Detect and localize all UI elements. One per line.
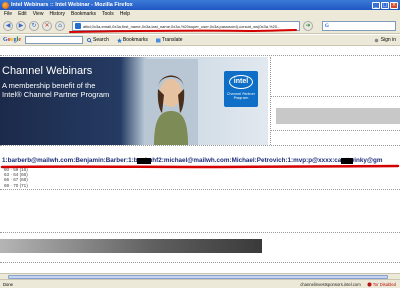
presenter-photo (144, 59, 198, 145)
divider (0, 262, 400, 263)
tor-status[interactable]: Tor Disabled (367, 282, 396, 287)
site-favicon-icon (75, 23, 81, 29)
intel-logo-subtitle: Channel Partner Program (226, 92, 256, 100)
menu-file[interactable]: File (4, 11, 12, 17)
translate-icon (155, 38, 161, 42)
divider (0, 189, 400, 190)
redaction-box (137, 158, 151, 164)
menu-edit[interactable]: Edit (18, 11, 27, 17)
sign-in-label: Sign in (380, 37, 396, 43)
translate-label: Translate (161, 37, 183, 43)
window-title: Intel Webinars :: Intel Webinar - Mozill… (11, 2, 133, 8)
divider (270, 96, 400, 97)
settings-wrench-icon (374, 38, 378, 42)
menu-history[interactable]: History (49, 11, 65, 17)
brand-title: Channel Webinars (2, 65, 93, 77)
magnifier-icon (87, 37, 92, 43)
list-item: 66 · 67 (68) (4, 177, 28, 183)
firefox-icon (2, 1, 9, 9)
webinar-banner: Channel Webinars A membership benefit of… (0, 57, 268, 145)
menu-view[interactable]: View (33, 11, 44, 17)
close-button[interactable]: × (390, 1, 398, 9)
translate-button[interactable]: Translate (155, 37, 183, 43)
divider (0, 145, 400, 146)
forward-icon[interactable]: ▶ (16, 21, 26, 31)
intel-wordmark: intel (229, 75, 253, 89)
bookmarks-button[interactable]: Bookmarks (116, 37, 148, 43)
divider (0, 55, 400, 56)
minimize-button[interactable]: _ (372, 1, 380, 9)
navigation-toolbar: ◀ ▶ ↻ ✕ ⌂ attid,0x3a,email,0x3a,first_na… (0, 18, 400, 34)
google-toolbar-logo: Google (3, 37, 22, 43)
footer-banner (0, 239, 262, 253)
star-icon (116, 37, 122, 43)
maximize-button[interactable]: □ (381, 1, 389, 9)
go-icon[interactable]: ➜ (303, 21, 313, 31)
google-toolbar-input[interactable] (25, 36, 84, 44)
status-text: Done (3, 281, 14, 287)
brand-tagline: A membership benefit of the Intel® Chann… (2, 81, 109, 99)
divider (270, 130, 400, 131)
status-host: channelinvestsponsors.intel.com (300, 281, 361, 287)
search-label: Search (93, 37, 109, 43)
tor-onion-icon (367, 282, 372, 286)
stop-icon[interactable]: ✕ (42, 21, 52, 31)
reload-icon[interactable]: ↻ (29, 21, 39, 31)
menu-help[interactable]: Help (120, 11, 130, 17)
row-list: 60 · 59 (16) 63 · 64 (66) 66 · 67 (68) 6… (4, 167, 28, 188)
menu-bar: File Edit View History Bookmarks Tools H… (0, 10, 400, 18)
menu-bookmarks[interactable]: Bookmarks (71, 11, 96, 17)
page-content: Channel Webinars A membership benefit of… (0, 46, 400, 276)
menu-tools[interactable]: Tools (102, 11, 114, 17)
google-toolbar: Google Search Bookmarks Translate Sign i… (0, 35, 400, 46)
status-bar: Done channelinvestsponsors.intel.com Tor… (0, 279, 400, 288)
google-search-icon: G (325, 23, 329, 29)
google-search-button[interactable]: Search (87, 37, 109, 43)
list-item: 69 · 70 (71) (4, 182, 28, 188)
injected-data-row: 1:barberb@mailwh.com:Benjamin:Barber:1:b… (2, 157, 383, 164)
window-titlebar: Intel Webinars :: Intel Webinar - Mozill… (0, 0, 400, 10)
search-box[interactable]: G (322, 21, 396, 31)
bookmarks-label: Bookmarks (122, 37, 148, 43)
sign-in-button[interactable]: Sign in (374, 37, 396, 43)
tor-status-label: Tor Disabled (372, 281, 396, 287)
back-icon[interactable]: ◀ (3, 21, 13, 31)
divider (270, 57, 271, 145)
home-icon[interactable]: ⌂ (55, 21, 65, 31)
tagline-line-2: Intel® Channel Partner Program (2, 90, 110, 99)
tagline-line-1: A membership benefit of the (2, 81, 96, 90)
address-bar[interactable]: attid,0x3a,email,0x3a,first_name,0x3a,la… (72, 21, 300, 31)
intel-logo: intel Channel Partner Program (224, 71, 258, 107)
divider (0, 232, 400, 233)
address-url: attid,0x3a,email,0x3a,first_name,0x3a,la… (83, 23, 281, 29)
redaction-box (341, 158, 353, 164)
ad-placeholder (276, 108, 400, 124)
